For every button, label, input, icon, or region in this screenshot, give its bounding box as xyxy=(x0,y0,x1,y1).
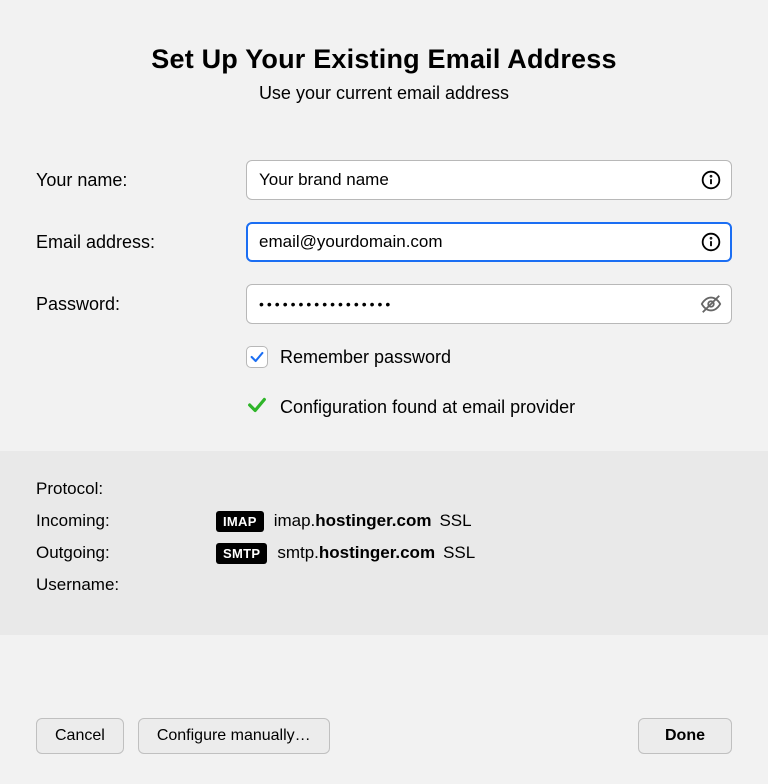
info-icon[interactable] xyxy=(700,231,722,253)
configure-manually-button[interactable]: Configure manually… xyxy=(138,718,330,754)
remember-label: Remember password xyxy=(280,347,451,368)
incoming-server: imap.hostinger.com xyxy=(274,511,432,531)
cancel-button[interactable]: Cancel xyxy=(36,718,124,754)
outgoing-ssl: SSL xyxy=(443,543,475,563)
page-title: Set Up Your Existing Email Address xyxy=(0,44,768,75)
incoming-ssl: SSL xyxy=(439,511,471,531)
outgoing-server: smtp.hostinger.com xyxy=(277,543,435,563)
config-panel: Protocol: Incoming: IMAP imap.hostinger.… xyxy=(0,451,768,635)
name-label: Your name: xyxy=(36,170,246,191)
status-message: Configuration found at email provider xyxy=(280,397,575,418)
check-icon xyxy=(246,394,268,421)
remember-checkbox[interactable] xyxy=(246,346,268,368)
outgoing-label: Outgoing: xyxy=(36,543,216,563)
incoming-badge: IMAP xyxy=(216,511,264,532)
password-label: Password: xyxy=(36,294,246,315)
done-button[interactable]: Done xyxy=(638,718,732,754)
incoming-label: Incoming: xyxy=(36,511,216,531)
password-input[interactable]: ••••••••••••••••• xyxy=(246,284,732,324)
password-mask: ••••••••••••••••• xyxy=(259,296,393,312)
email-input[interactable] xyxy=(246,222,732,262)
name-input[interactable] xyxy=(246,160,732,200)
info-icon[interactable] xyxy=(700,169,722,191)
email-label: Email address: xyxy=(36,232,246,253)
username-label: Username: xyxy=(36,575,216,595)
page-subtitle: Use your current email address xyxy=(0,83,768,104)
protocol-label: Protocol: xyxy=(36,479,216,499)
outgoing-badge: SMTP xyxy=(216,543,267,564)
eye-off-icon[interactable] xyxy=(700,293,722,315)
